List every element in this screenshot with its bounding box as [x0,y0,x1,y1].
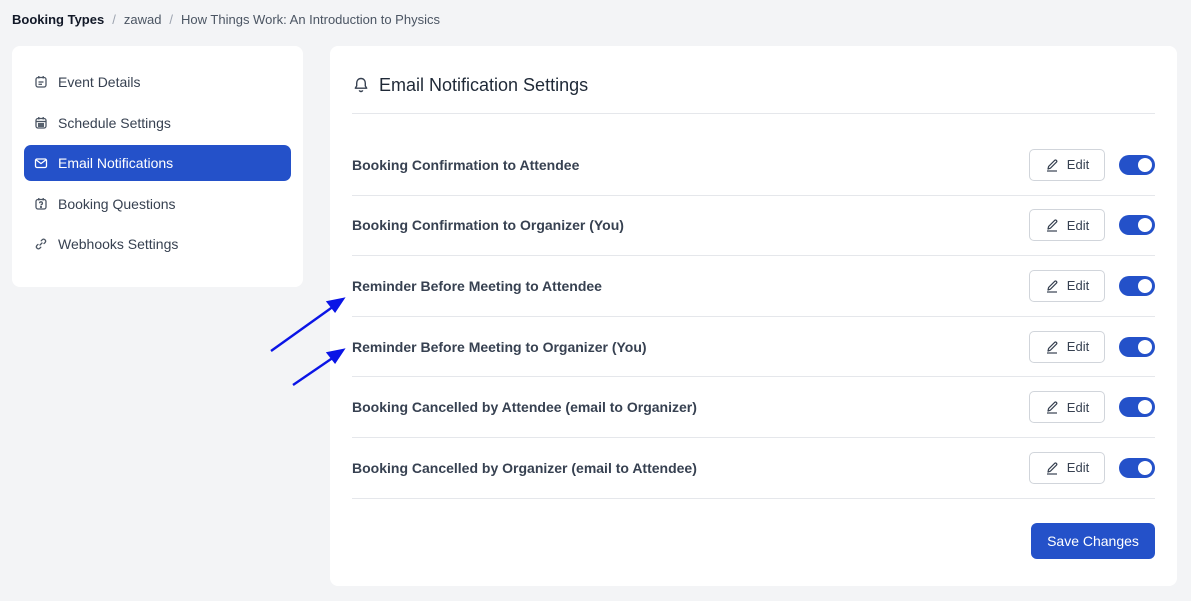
edit-label: Edit [1066,217,1090,233]
pencil-icon [1045,158,1059,172]
mail-icon [34,156,48,170]
edit-button[interactable]: Edit [1029,330,1105,363]
edit-label: Edit [1066,339,1090,355]
notification-row-reminder-organizer: Reminder Before Meeting to Organizer (Yo… [352,317,1155,378]
settings-sidebar: Event Details Schedule Settings Email No… [12,46,303,287]
enabled-toggle[interactable] [1119,457,1155,478]
enabled-toggle[interactable] [1119,275,1155,296]
edit-label: Edit [1066,157,1090,173]
panel-header: Email Notification Settings [352,46,1155,114]
toggle-knob [1138,460,1152,475]
edit-label: Edit [1066,278,1090,294]
sidebar-item-label: Webhooks Settings [58,236,179,252]
breadcrumb-current-event: How Things Work: An Introduction to Phys… [181,11,440,27]
sidebar-item-email-notifications[interactable]: Email Notifications [24,145,291,181]
edit-button[interactable]: Edit [1029,451,1105,484]
bell-icon [352,76,370,94]
notification-row-reminder-attendee: Reminder Before Meeting to Attendee Edit [352,256,1155,317]
sidebar-item-label: Schedule Settings [58,114,171,131]
pencil-icon [1045,400,1059,414]
email-notification-panel: Email Notification Settings Booking Conf… [330,46,1177,586]
calendar-grid-icon [34,116,48,130]
row-actions: Edit [1029,391,1155,424]
edit-button[interactable]: Edit [1029,391,1105,424]
edit-label: Edit [1066,460,1090,476]
notification-row-booking-confirmation-organizer: Booking Confirmation to Organizer (You) … [352,196,1155,257]
edit-button[interactable]: Edit [1029,269,1105,302]
notification-label: Reminder Before Meeting to Organizer (Yo… [352,338,647,355]
sidebar-item-event-details[interactable]: Event Details [24,64,291,100]
breadcrumb-separator: / [169,11,174,27]
edit-label: Edit [1066,399,1090,415]
sidebar-item-label: Booking Questions [58,195,176,212]
row-actions: Edit [1029,148,1155,181]
pencil-icon [1045,461,1059,475]
notification-list: Booking Confirmation to Attendee Edit Bo… [352,135,1155,499]
enabled-toggle[interactable] [1119,397,1155,418]
page-title: Email Notification Settings [379,74,589,95]
row-actions: Edit [1029,330,1155,363]
toggle-knob [1138,339,1152,354]
notification-label: Booking Confirmation to Attendee [352,156,580,173]
toggle-knob [1138,218,1152,233]
toggle-knob [1138,278,1152,293]
edit-button[interactable]: Edit [1029,209,1105,242]
breadcrumb: Booking Types / zawad / How Things Work:… [12,10,440,28]
breadcrumb-separator: / [112,11,116,27]
notification-label: Booking Confirmation to Organizer (You) [352,217,624,234]
toggle-knob [1138,400,1152,415]
breadcrumb-booking-types[interactable]: Booking Types [12,12,104,27]
pencil-icon [1045,218,1059,232]
sidebar-item-booking-questions[interactable]: Booking Questions [24,186,291,222]
sidebar-item-label: Event Details [58,74,141,90]
row-actions: Edit [1029,209,1155,242]
notification-row-booking-confirmation-attendee: Booking Confirmation to Attendee Edit [352,135,1155,196]
edit-button[interactable]: Edit [1029,148,1105,181]
notification-label: Booking Cancelled by Attendee (email to … [352,399,697,416]
notification-label: Booking Cancelled by Organizer (email to… [352,459,697,476]
pencil-icon [1045,279,1059,293]
toggle-knob [1138,157,1152,172]
sidebar-item-label: Email Notifications [58,155,174,171]
link-icon [34,237,48,251]
enabled-toggle[interactable] [1119,336,1155,357]
question-calendar-icon [34,197,48,211]
notification-row-cancelled-by-attendee: Booking Cancelled by Attendee (email to … [352,377,1155,438]
pencil-icon [1045,340,1059,354]
notification-row-cancelled-by-organizer: Booking Cancelled by Organizer (email to… [352,438,1155,499]
sidebar-item-webhooks-settings[interactable]: Webhooks Settings [24,226,291,262]
row-actions: Edit [1029,451,1155,484]
breadcrumb-zawad[interactable]: zawad [124,12,162,27]
notification-label: Reminder Before Meeting to Attendee [352,277,602,294]
sidebar-item-schedule-settings[interactable]: Schedule Settings [24,105,291,141]
enabled-toggle[interactable] [1119,154,1155,175]
row-actions: Edit [1029,269,1155,302]
calendar-icon [34,75,48,89]
save-area: Save Changes [1031,523,1155,559]
enabled-toggle[interactable] [1119,215,1155,236]
save-changes-button[interactable]: Save Changes [1031,523,1155,559]
